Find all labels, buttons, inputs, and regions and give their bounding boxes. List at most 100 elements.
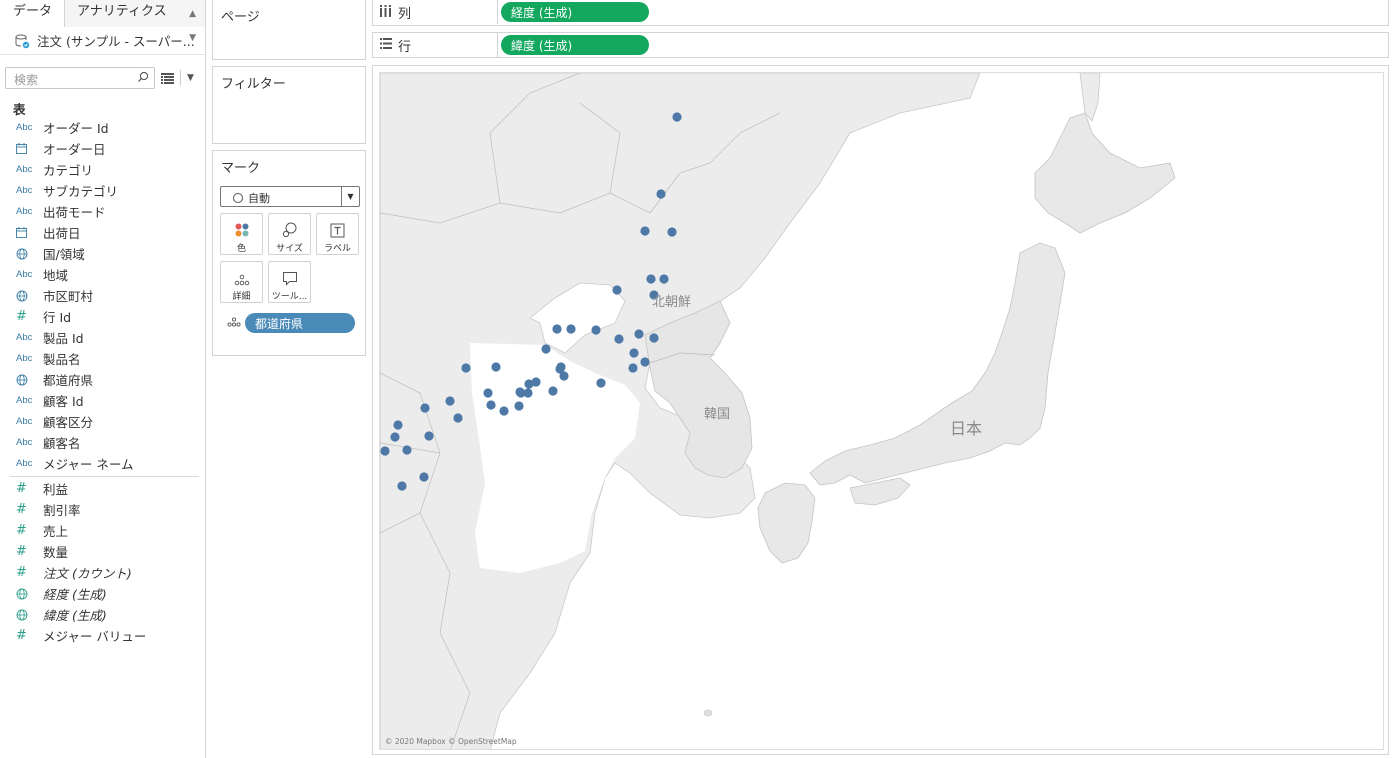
field-item[interactable]: 都道府県	[0, 369, 205, 390]
prefecture-point[interactable]	[640, 357, 650, 367]
prefecture-point[interactable]	[612, 285, 622, 295]
prefecture-point[interactable]	[634, 329, 644, 339]
field-item[interactable]: Abc サブカテゴリ	[0, 180, 205, 201]
prefecture-point[interactable]	[548, 386, 558, 396]
prefecture-point[interactable]	[629, 348, 639, 358]
text-label-icon	[330, 223, 345, 238]
field-label: 売上	[43, 524, 69, 539]
prefecture-point[interactable]	[499, 406, 509, 416]
field-item[interactable]: オーダー日	[0, 138, 205, 159]
mark-type-dropdown[interactable]: 自動 ▼	[220, 186, 360, 207]
field-item[interactable]: 国/領域	[0, 243, 205, 264]
search-row: 検索 ▼	[0, 65, 205, 91]
prefecture-point[interactable]	[659, 274, 669, 284]
prefecture-point[interactable]	[656, 189, 666, 199]
color-button[interactable]: 色	[220, 213, 263, 255]
field-item[interactable]: # メジャー バリュー	[0, 625, 205, 646]
map-canvas[interactable]: 北朝鮮 韓国 日本 © 2020 Mapbox © OpenStreetMap	[379, 72, 1384, 750]
prefecture-point[interactable]	[390, 432, 400, 442]
prefecture-point[interactable]	[524, 379, 534, 389]
prefecture-point[interactable]	[596, 378, 606, 388]
prefecture-point[interactable]	[552, 324, 562, 334]
search-input[interactable]: 検索	[5, 67, 155, 89]
field-item[interactable]: Abc メジャー ネーム	[0, 453, 205, 474]
field-label: 行 Id	[43, 310, 72, 325]
filters-card[interactable]: フィルター	[212, 66, 366, 144]
chevron-down-icon[interactable]: ▼	[187, 73, 194, 83]
pages-card[interactable]: ページ	[212, 0, 366, 60]
field-item[interactable]: Abc オーダー Id	[0, 117, 205, 138]
field-label: カテゴリ	[43, 163, 94, 178]
prefecture-point[interactable]	[591, 325, 601, 335]
prefecture-point[interactable]	[486, 400, 496, 410]
prefecture-point[interactable]	[424, 431, 434, 441]
prefecture-point[interactable]	[614, 334, 624, 344]
list-view-icon[interactable]	[161, 72, 174, 84]
circle-icon	[233, 193, 243, 203]
dimension-measure-divider	[10, 476, 199, 477]
field-label: 製品 Id	[43, 331, 84, 346]
prefecture-point[interactable]	[461, 363, 471, 373]
columns-icon	[380, 5, 391, 17]
field-item[interactable]: Abc 顧客 Id	[0, 390, 205, 411]
field-item[interactable]: # 行 Id	[0, 306, 205, 327]
field-item[interactable]: Abc 製品名	[0, 348, 205, 369]
size-button[interactable]: サイズ	[268, 213, 311, 255]
prefecture-point[interactable]	[393, 420, 403, 430]
field-item[interactable]: # 割引率	[0, 499, 205, 520]
field-item[interactable]: 市区町村	[0, 285, 205, 306]
string-type-icon: Abc	[16, 206, 33, 217]
prefecture-point[interactable]	[646, 274, 656, 284]
prefecture-point[interactable]	[649, 333, 659, 343]
sort-updown-icon[interactable]: ▲ ▼	[189, 2, 196, 50]
field-item[interactable]: Abc 地域	[0, 264, 205, 285]
prefecture-point[interactable]	[523, 388, 533, 398]
tab-analytics[interactable]: アナリティクス ▲ ▼	[65, 0, 205, 43]
tooltip-label: ツール...	[271, 292, 308, 302]
tab-data[interactable]: データ	[0, 0, 65, 27]
string-type-icon: Abc	[16, 437, 33, 448]
field-item[interactable]: Abc カテゴリ	[0, 159, 205, 180]
field-item[interactable]: Abc 出荷モード	[0, 201, 205, 222]
field-item[interactable]: # 数量	[0, 541, 205, 562]
field-label: サブカテゴリ	[43, 184, 119, 199]
map-attribution[interactable]: © 2020 Mapbox © OpenStreetMap	[385, 737, 517, 746]
prefecture-point[interactable]	[559, 371, 569, 381]
tooltip-button[interactable]: ツール...	[268, 261, 311, 303]
columns-shelf[interactable]: 列 経度 (生成)	[372, 0, 1389, 26]
field-item[interactable]: 経度 (生成)	[0, 583, 205, 604]
prefecture-point[interactable]	[380, 446, 390, 456]
prefecture-point[interactable]	[402, 445, 412, 455]
prefecture-point[interactable]	[491, 362, 501, 372]
field-item[interactable]: Abc 製品 Id	[0, 327, 205, 348]
datasource-item[interactable]: 注文 (サンプル - スーパー...	[0, 27, 205, 55]
detail-pill-prefecture[interactable]: 都道府県	[245, 313, 355, 333]
prefecture-point[interactable]	[566, 324, 576, 334]
field-item[interactable]: 出荷日	[0, 222, 205, 243]
number-type-icon: #	[16, 544, 27, 559]
prefecture-point[interactable]	[514, 401, 524, 411]
prefecture-point[interactable]	[667, 227, 677, 237]
prefecture-point[interactable]	[453, 413, 463, 423]
field-item[interactable]: Abc 顧客区分	[0, 411, 205, 432]
prefecture-point[interactable]	[483, 388, 493, 398]
prefecture-point[interactable]	[419, 472, 429, 482]
prefecture-point[interactable]	[445, 396, 455, 406]
field-item[interactable]: Abc 顧客名	[0, 432, 205, 453]
prefecture-point[interactable]	[628, 363, 638, 373]
field-label: メジャー バリュー	[43, 629, 147, 644]
field-item[interactable]: 緯度 (生成)	[0, 604, 205, 625]
field-item[interactable]: # 注文 (カウント)	[0, 562, 205, 583]
prefecture-point[interactable]	[397, 481, 407, 491]
field-item[interactable]: # 利益	[0, 478, 205, 499]
columns-pill-longitude[interactable]: 経度 (生成)	[501, 2, 649, 22]
detail-button[interactable]: 詳細	[220, 261, 263, 303]
rows-shelf[interactable]: 行 緯度 (生成)	[372, 32, 1389, 58]
label-button[interactable]: ラベル	[316, 213, 359, 255]
field-item[interactable]: # 売上	[0, 520, 205, 541]
prefecture-point[interactable]	[672, 112, 682, 122]
prefecture-point[interactable]	[541, 344, 551, 354]
prefecture-point[interactable]	[640, 226, 650, 236]
prefecture-point[interactable]	[420, 403, 430, 413]
rows-pill-latitude[interactable]: 緯度 (生成)	[501, 35, 649, 55]
